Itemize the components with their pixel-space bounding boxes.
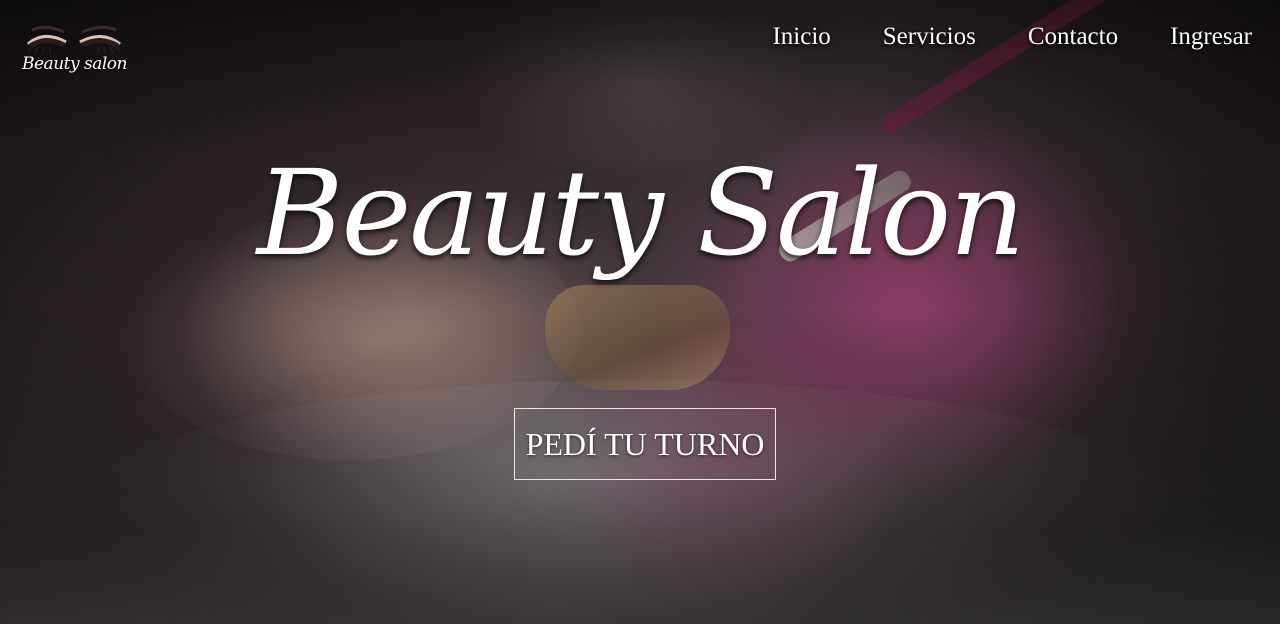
hero-section: Beauty salon Inicio Servicios Contacto I… (0, 0, 1280, 624)
logo[interactable]: Beauty salon (22, 22, 127, 88)
background-brush (878, 0, 1142, 137)
book-appointment-button[interactable]: PEDÍ TU TURNO (514, 408, 776, 480)
eyelash-logo-icon (27, 25, 121, 54)
nav-link-servicios[interactable]: Servicios (883, 22, 976, 52)
background-overlay (0, 0, 1280, 624)
main-nav: Inicio Servicios Contacto Ingresar (772, 22, 1252, 52)
hero-title: Beauty Salon (256, 144, 1025, 282)
nav-link-inicio[interactable]: Inicio (772, 22, 830, 52)
background-nail-form (545, 285, 730, 390)
nav-link-ingresar[interactable]: Ingresar (1170, 22, 1252, 52)
nav-link-contacto[interactable]: Contacto (1028, 22, 1118, 52)
logo-text: Beauty salon (22, 54, 127, 74)
